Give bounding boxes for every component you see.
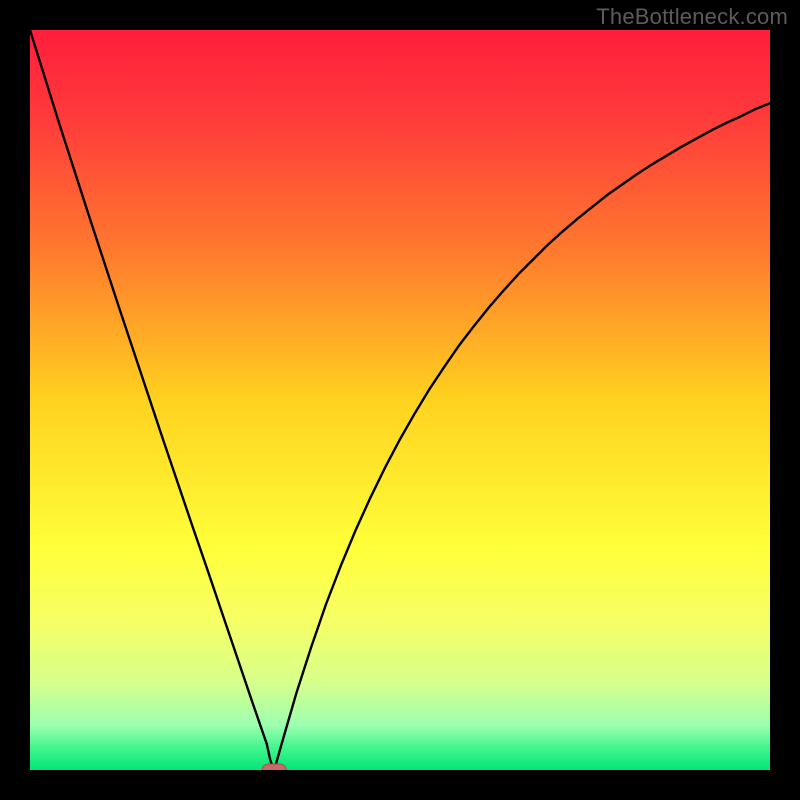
chart-root: TheBottleneck.com — [0, 0, 800, 800]
watermark-text: TheBottleneck.com — [596, 4, 788, 30]
plot-area — [30, 30, 770, 770]
chart-background — [30, 30, 770, 770]
chart-svg — [30, 30, 770, 770]
optimum-marker — [262, 764, 286, 770]
